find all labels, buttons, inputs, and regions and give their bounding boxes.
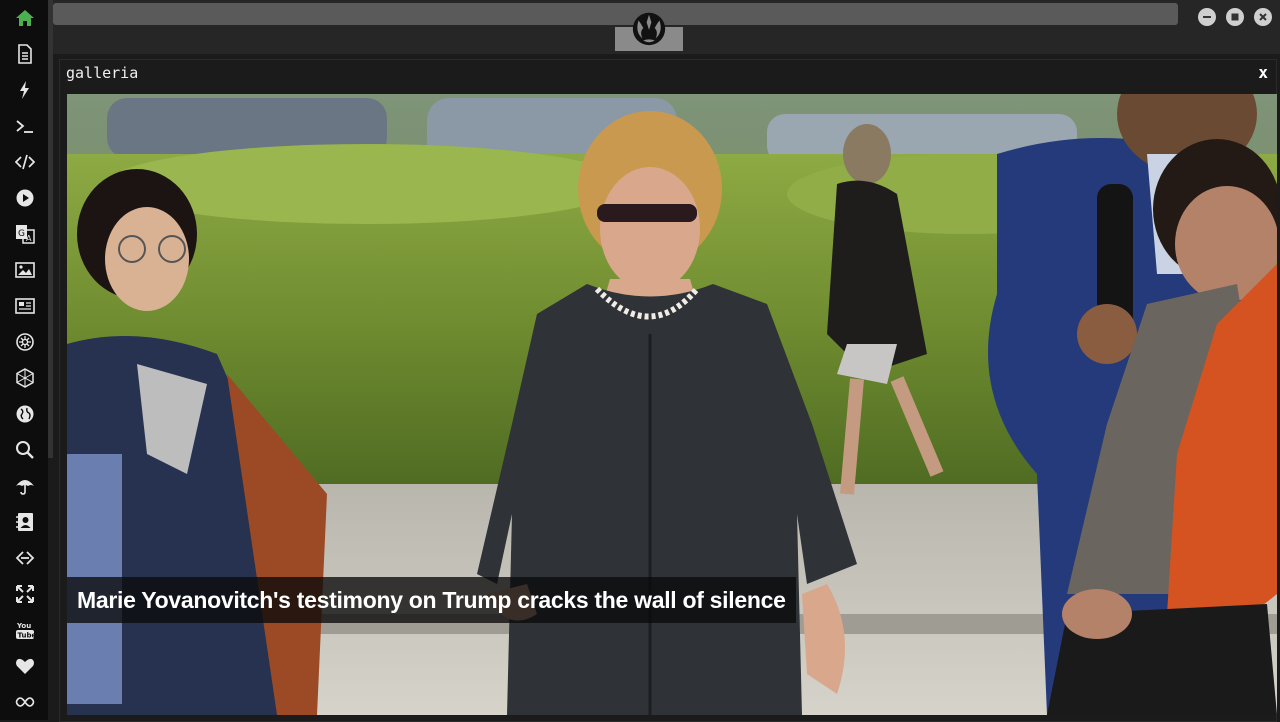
sidebar-item-favorites[interactable] xyxy=(12,653,38,679)
infinity-icon xyxy=(15,697,35,707)
lightning-icon xyxy=(20,81,29,99)
play-icon xyxy=(16,189,34,207)
sidebar-item-umbrella[interactable] xyxy=(12,473,38,499)
sidebar-item-settings[interactable] xyxy=(12,329,38,355)
sidebar-item-terminal[interactable] xyxy=(12,113,38,139)
sidebar-item-play[interactable] xyxy=(12,185,38,211)
panel-close-button[interactable]: x xyxy=(1254,63,1272,82)
document-icon xyxy=(18,44,32,64)
terminal-icon xyxy=(16,120,33,133)
top-bar xyxy=(53,0,1280,54)
photo-caption: Marie Yovanovitch's testimony on Trump c… xyxy=(67,577,796,623)
sidebar-item-contacts[interactable] xyxy=(12,509,38,535)
close-window-button[interactable] xyxy=(1254,8,1272,26)
sidebar-item-infinity[interactable] xyxy=(12,689,38,715)
newspaper-icon xyxy=(15,298,35,314)
home-icon xyxy=(16,10,34,26)
sidebar-item-code[interactable] xyxy=(12,149,38,175)
sidebar: GA You Tube xyxy=(0,0,48,720)
youtube-icon: You Tube xyxy=(16,622,36,640)
translate-icon: GA xyxy=(16,225,35,244)
search-icon xyxy=(16,441,34,459)
sidebar-item-translate[interactable]: GA xyxy=(12,221,38,247)
svg-text:Tube: Tube xyxy=(18,632,36,640)
globe-icon xyxy=(16,405,34,423)
sidebar-item-home[interactable] xyxy=(12,5,38,31)
sidebar-item-news[interactable] xyxy=(12,293,38,319)
sidebar-item-youtube[interactable]: You Tube xyxy=(12,617,38,643)
sidebar-item-link[interactable] xyxy=(12,545,38,571)
sidebar-scrollbar[interactable] xyxy=(48,0,53,458)
heart-icon xyxy=(16,658,34,674)
minimize-button[interactable] xyxy=(1198,8,1216,26)
hexagon-icon xyxy=(16,368,34,388)
sidebar-item-search[interactable] xyxy=(12,437,38,463)
maximize-icon xyxy=(1231,13,1239,21)
code-icon xyxy=(15,154,35,170)
panel-title: galleria xyxy=(66,64,139,82)
expand-icon xyxy=(16,585,34,603)
image-icon xyxy=(15,262,35,278)
address-bar[interactable] xyxy=(53,3,1178,25)
svg-text:A: A xyxy=(26,234,32,243)
link-icon xyxy=(15,551,35,565)
sidebar-item-hexagon[interactable] xyxy=(12,365,38,391)
umbrella-icon xyxy=(16,480,34,495)
close-icon xyxy=(1259,13,1267,21)
contacts-icon xyxy=(16,513,33,531)
sidebar-item-image[interactable] xyxy=(12,257,38,283)
gallery-panel: galleria x Marie Yovanovitch's testimony… xyxy=(59,59,1277,722)
sidebar-item-globe[interactable] xyxy=(12,401,38,427)
maximize-button[interactable] xyxy=(1226,8,1244,26)
sidebar-item-lightning[interactable] xyxy=(12,77,38,103)
svg-text:G: G xyxy=(18,229,25,239)
sidebar-item-expand[interactable] xyxy=(12,581,38,607)
svg-text:You: You xyxy=(16,622,31,630)
sidebar-item-document[interactable] xyxy=(12,41,38,67)
minimize-icon xyxy=(1203,16,1211,18)
rebel-alliance-logo-icon[interactable] xyxy=(629,8,669,48)
settings-cog-icon xyxy=(16,333,34,351)
